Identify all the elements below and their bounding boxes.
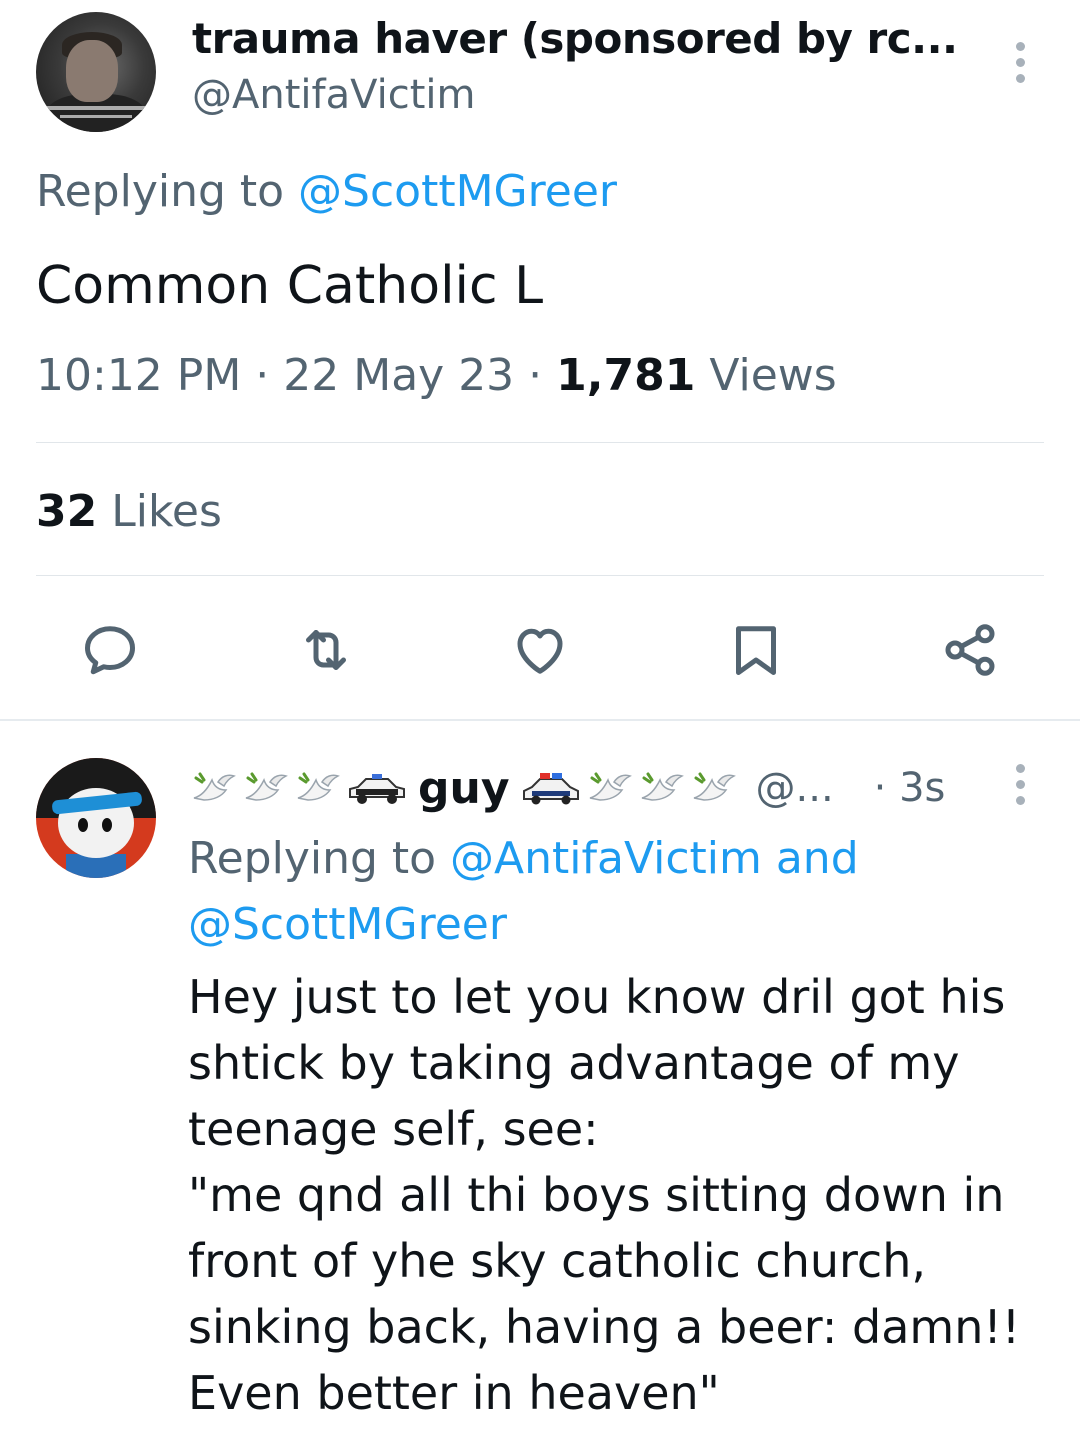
replying-to-link[interactable]: @ScottMGreer	[298, 166, 617, 217]
reply-time[interactable]: · 3s	[874, 765, 946, 811]
dove-emoji	[641, 772, 684, 801]
likes-line[interactable]: 32 Likes	[36, 486, 222, 537]
name-emojis-left	[190, 768, 408, 808]
reply-text-line: "me qnd all thi boys sitting down in	[188, 1168, 1005, 1222]
tweet-text: Common Catholic L	[36, 256, 544, 316]
likes-label: Likes	[97, 486, 222, 537]
tweet-time[interactable]: 10:12 PM	[36, 350, 241, 401]
reply-author-avatar[interactable]	[36, 758, 156, 878]
reply-text-line: teenage self, see:	[188, 1102, 599, 1156]
replying-prefix: Replying to	[36, 166, 299, 217]
reply-text-line: Hey just to let you know dril got his	[188, 970, 1006, 1024]
tweet-separator	[0, 719, 1080, 721]
replying-prefix: Replying to	[188, 833, 451, 884]
divider	[36, 575, 1044, 576]
like-icon[interactable]	[510, 620, 570, 680]
share-icon[interactable]	[940, 620, 1000, 680]
reply-icon[interactable]	[80, 620, 140, 680]
replying-to-link[interactable]: @AntifaVictim	[450, 833, 762, 884]
bookmark-icon[interactable]	[726, 620, 786, 680]
tweet-meta: 10:12 PM · 22 May 23 · 1,781 Views	[36, 350, 837, 401]
police-car-light-emoji	[522, 773, 579, 805]
divider	[36, 442, 1044, 443]
reply-text: Hey just to let you know dril got his sh…	[188, 964, 1048, 1426]
more-options-icon[interactable]	[1014, 764, 1026, 805]
dove-emoji	[589, 772, 632, 801]
retweet-icon[interactable]	[296, 620, 356, 680]
meta-separator: ·	[514, 350, 557, 401]
meta-separator: ·	[241, 350, 284, 401]
name-emojis-right	[520, 768, 738, 808]
main-tweet: trauma haver (sponsored by rc... @Antifa…	[0, 0, 1080, 720]
reply-text-line: shtick by taking advantage of my	[188, 1036, 960, 1090]
replying-to-line: Replying to @ScottMGreer	[36, 166, 617, 217]
likes-count: 32	[36, 486, 98, 537]
author-handle[interactable]: @AntifaVictim	[192, 72, 475, 118]
reply-replying-to: Replying to @AntifaVictim and @ScottMGree…	[188, 826, 1028, 958]
author-name[interactable]: trauma haver (sponsored by rc...	[192, 14, 958, 63]
replying-and: and	[761, 833, 859, 884]
dove-emoji	[245, 772, 288, 801]
views-count: 1,781	[556, 350, 696, 401]
reply-text-line: Even better in heaven"	[188, 1366, 720, 1420]
police-car-emoji	[349, 774, 405, 804]
reply-author-name[interactable]: guy	[418, 763, 510, 814]
dove-emoji	[297, 772, 340, 801]
reply-text-line: front of yhe sky catholic church,	[188, 1234, 926, 1288]
reply-header: guy @... · 3s	[190, 760, 945, 816]
tweet-date[interactable]: 22 May 23	[283, 350, 514, 401]
author-avatar[interactable]	[36, 12, 156, 132]
reply-text-line: sinking back, having a beer: damn!!	[188, 1300, 1021, 1354]
reply-author-handle[interactable]: @...	[756, 765, 834, 811]
more-options-icon[interactable]	[1014, 42, 1026, 83]
views-label: Views	[695, 350, 837, 401]
dove-emoji	[693, 772, 736, 801]
dove-emoji	[193, 772, 236, 801]
replying-to-link[interactable]: @ScottMGreer	[188, 899, 507, 950]
